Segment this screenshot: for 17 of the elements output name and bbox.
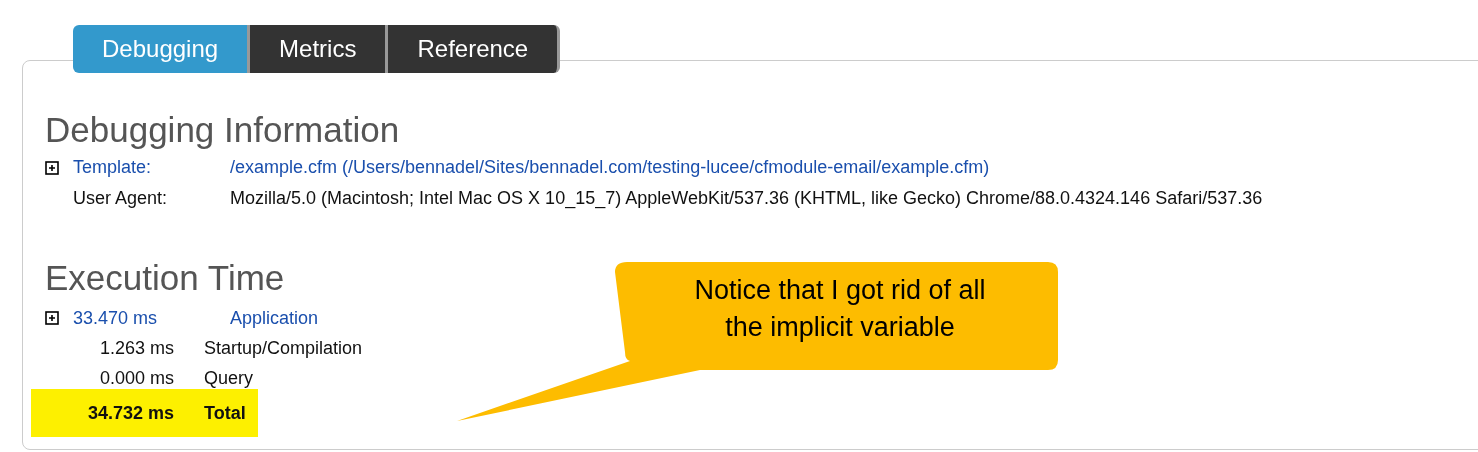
tab[interactable]: Reference: [385, 25, 561, 73]
time-label: Query: [204, 367, 254, 389]
section-heading: Debugging Information: [45, 110, 400, 150]
time-value: 34.732 ms: [86, 403, 174, 424]
field-value: Mozilla/5.0 (Macintosh; Intel Mac OS X 10_15_7) AppleWebKit/537.36 (KHTML, like Gecko) Chrome/88.0.4324.146 Safari/537.36: [230, 188, 1263, 209]
callout-text: Notice that I got rid of all the implicit variable: [693, 274, 987, 344]
time-label[interactable]: Application: [230, 307, 319, 329]
time-value[interactable]: 33.470 ms: [73, 307, 230, 329]
time-label: Startup/Compilation: [204, 337, 363, 359]
field-label[interactable]: Template:: [73, 157, 230, 178]
field-label: User Agent:: [73, 188, 169, 209]
section-heading: Execution Time: [45, 258, 285, 298]
field-value[interactable]: /example.cfm (/Users/bennadel/Sites/bennadel.com/testing-lucee/cfmodule-email/example.cfm): [230, 157, 990, 178]
tab[interactable]: Metrics: [247, 25, 386, 73]
time-value: 1.263 ms: [98, 337, 174, 359]
time-value: 0.000 ms: [98, 367, 174, 389]
time-label: Total: [204, 403, 246, 424]
